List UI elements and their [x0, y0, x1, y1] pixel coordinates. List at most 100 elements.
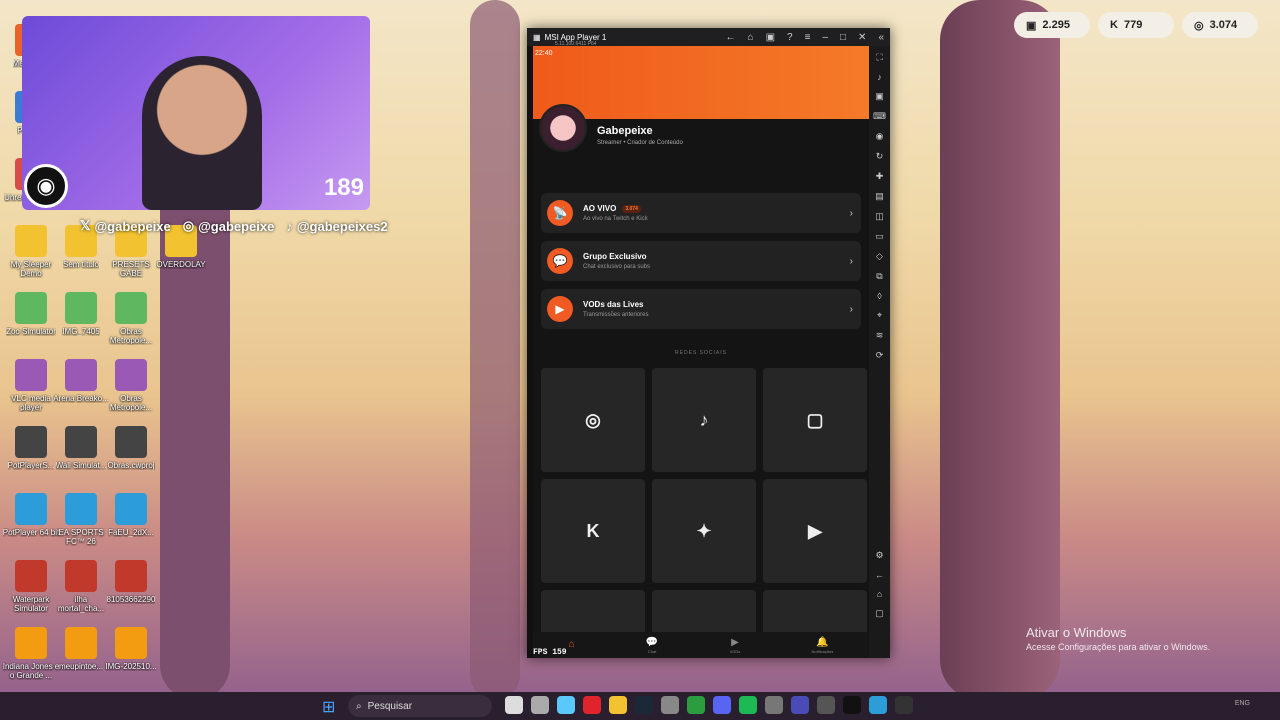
menu-card[interactable]: 💬 Grupo Exclusivo Chat exclusivo para subs…: [541, 241, 861, 281]
folder-icon[interactable]: [609, 696, 627, 714]
minimize-button[interactable]: –: [822, 32, 828, 43]
menu-card[interactable]: 📡 AO VIVO 3.074 Ao vivo na Twitch e Kick ›: [541, 193, 861, 233]
kick-icon: K: [586, 520, 600, 541]
social-tile[interactable]: ▢: [763, 368, 867, 472]
viewer-badge: 3.074: [622, 204, 641, 213]
social-tile[interactable]: ✦: [652, 479, 756, 583]
home-icon[interactable]: ⌂: [748, 32, 754, 43]
close-button[interactable]: ✕: [858, 32, 866, 43]
collapse-icon[interactable]: «: [878, 32, 884, 43]
steam-icon[interactable]: [635, 696, 653, 714]
capcut-icon[interactable]: [843, 696, 861, 714]
folder-icon[interactable]: ▭: [875, 231, 884, 242]
avatar[interactable]: [539, 104, 587, 152]
instagram-icon: ◎: [585, 409, 601, 430]
app-icon[interactable]: [531, 696, 549, 714]
multi-window-icon[interactable]: ▣: [766, 32, 775, 43]
app-logo-icon: ▦: [533, 32, 541, 42]
icon-label: Wall Simulat...: [55, 461, 107, 470]
layers-icon[interactable]: ≋: [876, 330, 884, 341]
nav-item[interactable]: 💬 Chat: [646, 637, 658, 654]
app-icon[interactable]: [791, 696, 809, 714]
icon-label: Obras.cwproj: [107, 461, 155, 470]
spotify-icon[interactable]: [739, 696, 757, 714]
chevron-right-icon: ›: [849, 255, 853, 267]
app-icon: [15, 359, 47, 391]
windows-start-icon[interactable]: ⊞: [322, 697, 335, 717]
instagram-icon: ◎: [182, 218, 195, 233]
settings-icon[interactable]: [765, 696, 783, 714]
nav-item[interactable]: ⌂: [569, 639, 575, 651]
file-explorer-icon[interactable]: [505, 696, 523, 714]
record-icon[interactable]: ◉: [876, 131, 884, 142]
maximize-button[interactable]: □: [840, 32, 846, 43]
profile-name: Gabepeixe: [597, 124, 653, 137]
location-icon[interactable]: ⌖: [877, 310, 882, 321]
app-icon: ✦: [696, 520, 712, 541]
counter-value: 779: [1123, 19, 1143, 31]
recents-icon[interactable]: ▢: [875, 608, 884, 619]
nav-item[interactable]: 🔔 Notificações: [812, 637, 834, 654]
social-tile[interactable]: ♪: [652, 368, 756, 472]
app-icon[interactable]: [817, 696, 835, 714]
card-title: Grupo Exclusivo: [583, 252, 647, 261]
nav-label: Chat: [647, 648, 657, 654]
help-icon[interactable]: ?: [787, 32, 793, 43]
discord-icon[interactable]: [713, 696, 731, 714]
icon-label: meupintoe...: [58, 662, 104, 671]
desktop-icon[interactable]: Obras.cwproj: [102, 422, 160, 486]
card-icon: 📡: [547, 200, 573, 226]
shake-icon[interactable]: ◇: [876, 251, 883, 262]
copilot-icon[interactable]: [557, 696, 575, 714]
rotate-icon[interactable]: ↻: [876, 151, 884, 162]
nav-item[interactable]: ▶ VODs: [730, 637, 741, 654]
desktop-icon[interactable]: Obras Metropole...: [102, 288, 160, 352]
webcam-overlay: ◉ 189: [22, 16, 370, 210]
msi-player-icon[interactable]: [895, 696, 913, 714]
app-icon: [65, 359, 97, 391]
desktop-icon[interactable]: IMG-202510...: [102, 623, 160, 687]
card-subtitle: Transmissões anteriores: [583, 312, 649, 318]
icon-label: Zoo Simulator: [6, 327, 56, 336]
gamepad-icon[interactable]: ✚: [876, 171, 884, 182]
screenshot-icon[interactable]: ◫: [875, 211, 884, 222]
twitch-icon: ▢: [806, 409, 824, 430]
app-icon: [65, 292, 97, 324]
desktop-icon[interactable]: FaEU_2dX...: [102, 489, 160, 553]
app-icon[interactable]: [661, 696, 679, 714]
keyboard-icon[interactable]: ⌨: [873, 111, 886, 122]
fullscreen-icon[interactable]: ⛶: [876, 52, 882, 63]
taskbar-apps: [505, 696, 913, 714]
icon-label: PotPlayerS...: [7, 461, 55, 470]
search-box[interactable]: ⌕ Pesquisar: [348, 695, 492, 717]
profile-role: Streamer • Criador de Conteúdo: [597, 139, 683, 146]
volume-icon[interactable]: ♪: [877, 72, 882, 82]
menu-card[interactable]: ▶ VODs das Lives Transmissões anteriores ›: [541, 289, 861, 329]
settings-icon[interactable]: ⚙: [875, 550, 883, 561]
home-icon[interactable]: ⌂: [877, 589, 882, 599]
card-title: AO VIVO: [583, 204, 617, 213]
screen-icon[interactable]: ▣: [875, 91, 884, 102]
social-tile[interactable]: ◎: [541, 368, 645, 472]
camera-logo-icon: ◉: [24, 164, 68, 208]
sync-icon[interactable]: ⟳: [876, 350, 884, 361]
back-icon[interactable]: ←: [875, 570, 884, 580]
edge-icon[interactable]: [869, 696, 887, 714]
copy-icon[interactable]: ⧉: [876, 271, 882, 282]
desktop-icon[interactable]: Obras Metropole...: [102, 355, 160, 419]
twitter-handle: 𝕏 @gabepeixe: [80, 218, 171, 234]
back-icon[interactable]: ←: [726, 32, 736, 43]
youtube-icon: ▶: [808, 520, 822, 541]
apk-icon[interactable]: ▤: [875, 191, 884, 202]
social-tile[interactable]: K: [541, 479, 645, 583]
app-icon: [115, 493, 147, 525]
social-tile[interactable]: ▶: [763, 479, 867, 583]
desktop-icon[interactable]: 81053662290: [102, 556, 160, 620]
opera-icon[interactable]: [583, 696, 601, 714]
menu-icon[interactable]: ≡: [805, 32, 811, 43]
xbox-icon[interactable]: [687, 696, 705, 714]
app-icon: [15, 560, 47, 592]
section-label: REDES SOCIAIS: [675, 350, 727, 356]
eraser-icon[interactable]: ◊: [877, 291, 881, 301]
app-icon: [115, 359, 147, 391]
